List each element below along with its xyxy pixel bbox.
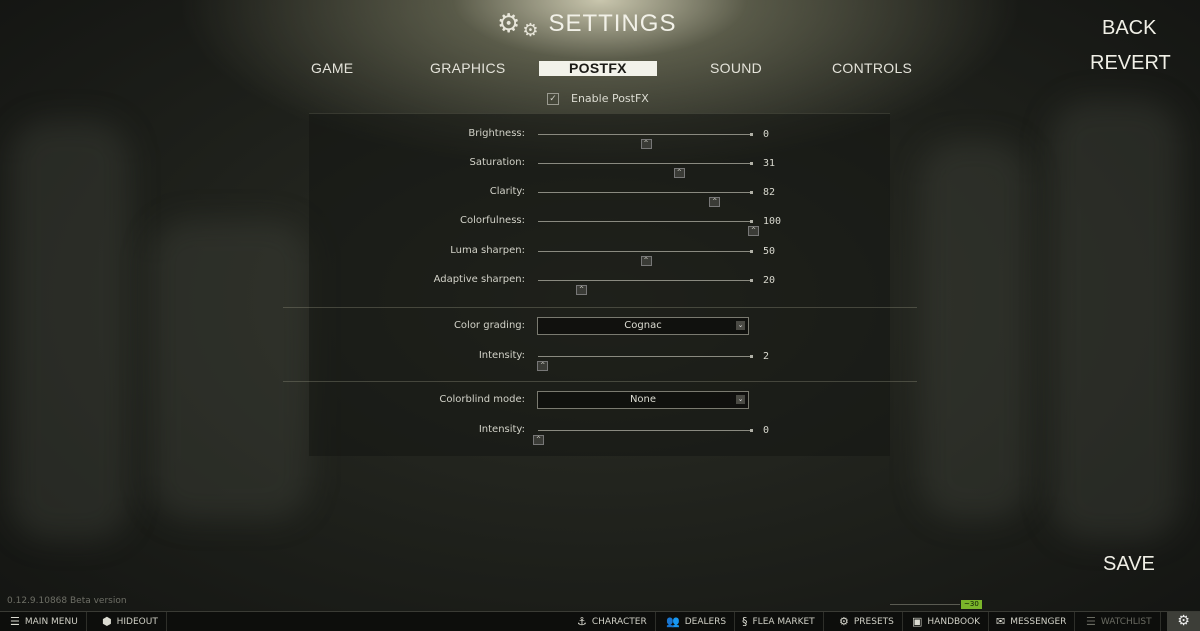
presets-label: PRESETS — [853, 616, 894, 627]
grading-intensity-label: Intensity: — [478, 350, 525, 361]
colorblind-intensity-label: Intensity: — [478, 424, 525, 435]
page-title: SETTINGS — [548, 10, 677, 37]
clarity-value: 82 — [763, 187, 776, 198]
save-button[interactable]: SAVE — [1103, 553, 1155, 576]
tab-sound[interactable]: SOUND — [710, 60, 762, 76]
colorfulness-slider-handle[interactable]: ^ — [748, 226, 759, 236]
watchlist-icon: ☰ — [1086, 615, 1096, 628]
presets-icon: ⚙ — [839, 615, 849, 628]
gear-icon: ⚙ — [1177, 613, 1190, 629]
saturation-label: Saturation: — [469, 157, 526, 168]
luma-sharpen-value: 50 — [763, 246, 776, 257]
adaptive-sharpen-slider-handle[interactable]: ^ — [576, 285, 587, 295]
saturation-slider-handle[interactable]: ^ — [673, 168, 685, 178]
colorfulness-value: 100 — [763, 216, 782, 227]
tab-graphics[interactable]: GRAPHICS — [430, 60, 506, 76]
colorblind-intensity-value: 0 — [763, 425, 770, 436]
hideout-label: HIDEOUT — [116, 616, 158, 627]
clarity-slider-handle[interactable]: ^ — [709, 197, 721, 207]
saturation-value: 31 — [763, 158, 776, 169]
brightness-label: Brightness: — [468, 128, 525, 139]
dealers-button[interactable]: 👥 DEALERS — [658, 612, 736, 631]
hamburger-menu-icon: ☰ — [10, 615, 20, 628]
adaptive-sharpen-slider[interactable] — [538, 279, 753, 282]
colorblind-intensity-slider-handle[interactable]: ^ — [533, 435, 544, 445]
settings-header: ⚙ ⚙ SETTINGS — [497, 6, 676, 42]
section-divider — [283, 307, 917, 308]
flea-market-label: FLEA MARKET — [752, 616, 815, 627]
dealers-label: DEALERS — [684, 616, 727, 627]
hideout-button[interactable]: ⬢ HIDEOUT — [94, 612, 167, 631]
presets-button[interactable]: ⚙ PRESETS — [831, 612, 903, 631]
settings-gear-button[interactable]: ⚙ — [1167, 612, 1200, 631]
version-label: 0.12.9.10868 Beta version — [7, 596, 127, 606]
luma-sharpen-slider-handle[interactable]: ^ — [640, 256, 652, 266]
grading-intensity-value: 2 — [763, 351, 770, 362]
clarity-slider[interactable] — [538, 191, 753, 194]
color-grading-label: Color grading: — [453, 320, 525, 331]
enable-postfx-checkbox[interactable]: ✓ — [547, 92, 559, 105]
colorblind-intensity-slider[interactable] — [538, 429, 753, 432]
saturation-slider[interactable] — [538, 162, 753, 165]
clarity-label: Clarity: — [489, 186, 525, 197]
main-menu-button[interactable]: ☰ MAIN MENU — [2, 612, 87, 631]
character-button[interactable]: ⚓ CHARACTER — [569, 612, 656, 631]
background-shape — [1050, 100, 1180, 540]
tab-postfx[interactable]: POSTFX — [539, 61, 657, 76]
colorfulness-slider[interactable] — [538, 220, 753, 223]
grading-intensity-slider[interactable] — [538, 355, 753, 358]
colorblind-mode-select[interactable]: None ⌄ — [537, 391, 749, 409]
luma-sharpen-label: Luma sharpen: — [450, 245, 525, 256]
hideout-icon: ⬢ — [102, 615, 112, 628]
chevron-down-icon: ⌄ — [736, 395, 745, 404]
brightness-value: 0 — [763, 129, 770, 140]
ping-badge: ~30 — [961, 600, 982, 609]
messenger-icon: ✉ — [996, 615, 1006, 628]
background-shape — [150, 220, 310, 520]
enable-postfx-row[interactable]: ✓ Enable PostFX — [547, 92, 649, 105]
handbook-icon: ▣ — [912, 615, 923, 628]
colorblind-mode-label: Colorblind mode: — [439, 394, 525, 405]
watchlist-label: WATCHLIST — [1100, 616, 1152, 627]
tab-game[interactable]: GAME — [311, 60, 353, 76]
color-grading-select[interactable]: Cognac ⌄ — [537, 317, 749, 335]
tab-controls[interactable]: CONTROLS — [832, 60, 912, 76]
brightness-slider-handle[interactable]: ^ — [640, 139, 652, 149]
gear-icon: ⚙ — [497, 9, 521, 39]
colorfulness-label: Colorfulness: — [459, 215, 525, 226]
background-shape — [10, 120, 130, 540]
messenger-label: MESSENGER — [1010, 616, 1067, 627]
color-grading-value: Cognac — [624, 320, 662, 331]
handbook-button[interactable]: ▣ HANDBOOK — [904, 612, 990, 631]
brightness-slider[interactable] — [538, 133, 753, 136]
handbook-label: HANDBOOK — [927, 616, 981, 627]
dealers-icon: 👥 — [666, 615, 680, 628]
background-shape — [920, 140, 1030, 520]
grading-intensity-slider-handle[interactable]: ^ — [537, 361, 549, 371]
flea-market-icon: § — [742, 615, 748, 628]
flea-market-button[interactable]: § FLEA MARKET — [734, 612, 824, 631]
luma-sharpen-slider[interactable] — [538, 250, 753, 253]
watchlist-button[interactable]: ☰ WATCHLIST — [1078, 612, 1161, 631]
colorblind-mode-value: None — [629, 394, 657, 405]
section-divider — [283, 381, 917, 382]
adaptive-sharpen-label: Adaptive sharpen: — [433, 274, 525, 285]
messenger-button[interactable]: ✉ MESSENGER — [988, 612, 1076, 631]
character-icon: ⚓ — [577, 615, 587, 628]
chevron-down-icon: ⌄ — [736, 321, 745, 330]
ping-line — [890, 604, 960, 605]
character-label: CHARACTER — [591, 616, 647, 627]
enable-postfx-label: Enable PostFX — [571, 92, 649, 105]
back-button[interactable]: BACK — [1102, 17, 1156, 40]
main-menu-label: MAIN MENU — [24, 616, 78, 627]
bottom-bar: ☰ MAIN MENU ⬢ HIDEOUT ⚓ CHARACTER 👥 DEAL… — [0, 611, 1200, 631]
adaptive-sharpen-value: 20 — [763, 275, 776, 286]
gear-small-icon: ⚙ — [522, 20, 539, 41]
settings-tabs: GAME GRAPHICS POSTFX SOUND CONTROLS — [0, 60, 1200, 78]
